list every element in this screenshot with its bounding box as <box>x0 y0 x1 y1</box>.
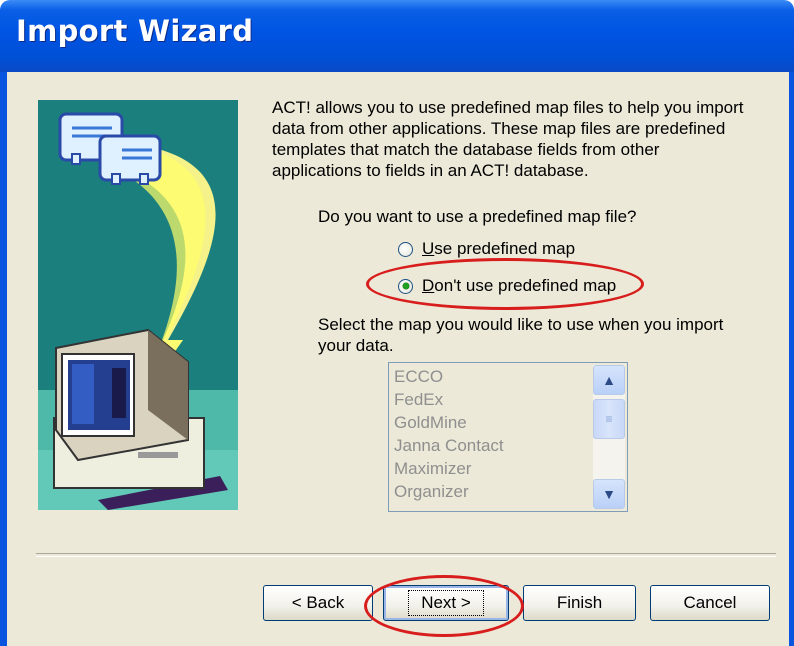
title-bar[interactable]: Import Wizard <box>0 0 794 72</box>
use-predefined-map-radio[interactable]: Use predefined map <box>398 239 575 259</box>
import-wizard-window: Import Wizard ACT! allows you to use pre… <box>0 0 794 646</box>
window-frame-left <box>0 72 7 646</box>
finish-button[interactable]: Finish <box>523 585 636 621</box>
scroll-thumb[interactable]: ≡ <box>593 399 625 439</box>
map-list-item[interactable]: Janna Contact <box>391 434 595 457</box>
use-predefined-map-label: Use predefined map <box>422 239 576 258</box>
scroll-down-icon[interactable]: ▼ <box>593 479 625 509</box>
window-title: Import Wizard <box>16 14 254 48</box>
radio-indicator[interactable] <box>398 241 413 257</box>
map-list: ECCO FedEx GoldMine Janna Contact Maximizer O… <box>391 365 595 503</box>
select-map-text: Select the map you would like to use whe… <box>318 315 724 355</box>
map-listbox[interactable]: ECCO FedEx GoldMine Janna Contact Maximizer O… <box>388 362 628 512</box>
map-list-item[interactable]: FedEx <box>391 388 595 411</box>
map-list-item[interactable]: GoldMine <box>391 411 595 434</box>
map-list-item[interactable]: Organizer <box>391 480 595 503</box>
scroll-up-icon[interactable]: ▲ <box>593 365 625 395</box>
highlight-circle-next-button <box>364 575 524 637</box>
map-list-item[interactable]: Maximizer <box>391 457 595 480</box>
intro-text: ACT! allows you to use predefined map fi… <box>272 98 744 180</box>
back-button[interactable]: < Back <box>263 585 373 621</box>
import-illustration-icon <box>38 100 238 510</box>
cancel-button[interactable]: Cancel <box>650 585 770 621</box>
wizard-illustration <box>38 100 238 510</box>
listbox-scrollbar[interactable]: ▲ ≡ ▼ <box>593 365 625 509</box>
map-question: Do you want to use a predefined map file… <box>318 207 637 226</box>
highlight-circle-dont-use-option <box>366 258 644 310</box>
map-list-item[interactable]: ECCO <box>391 365 595 388</box>
button-separator <box>36 553 776 557</box>
